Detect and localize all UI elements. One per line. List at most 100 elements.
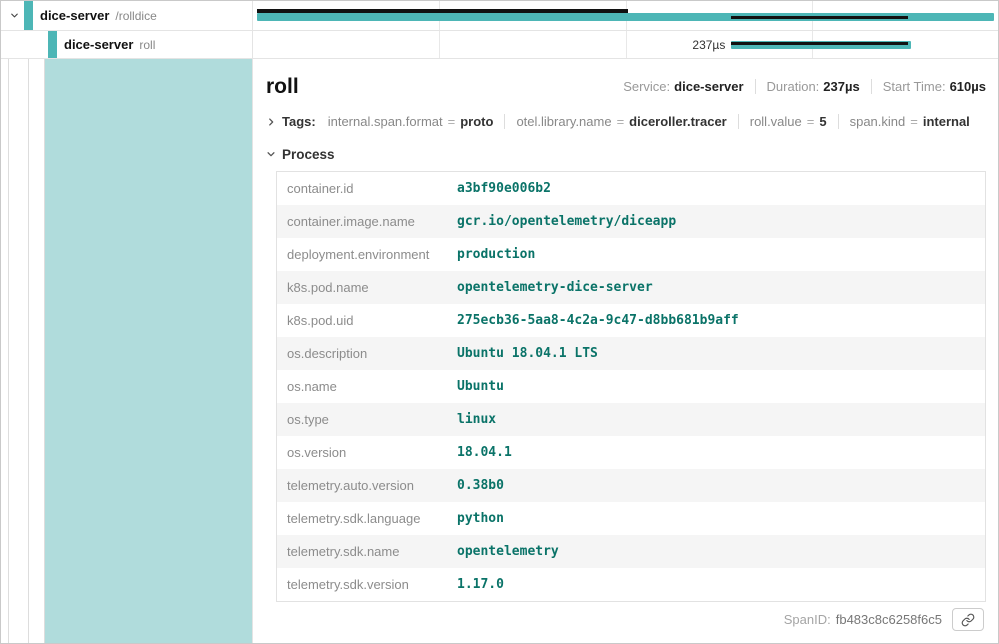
operation-name: roll (139, 38, 155, 52)
span-title: roll (266, 74, 299, 100)
kv-key: os.name (277, 379, 457, 394)
span-row-roll[interactable]: dice-server roll 237µs (1, 31, 998, 59)
grid-line (439, 31, 440, 58)
tag-value: 5 (819, 114, 826, 129)
operation-name: /rolldice (115, 9, 156, 23)
link-icon (961, 613, 975, 627)
critical-path-segment (731, 16, 908, 19)
tag-value: diceroller.tracer (629, 114, 727, 129)
kv-key: telemetry.sdk.language (277, 511, 457, 526)
overview-label: Service: (623, 79, 670, 94)
tag-item: internal.span.format = proto (328, 114, 494, 129)
tag-item: span.kind = internal (850, 114, 970, 129)
kv-key: container.id (277, 181, 457, 196)
overview-service: Service: dice-server (623, 79, 743, 94)
kv-key: telemetry.sdk.name (277, 544, 457, 559)
kv-key: os.version (277, 445, 457, 460)
kv-value: gcr.io/opentelemetry/diceapp (457, 214, 985, 229)
divider (738, 114, 739, 129)
tag-key: roll.value (750, 114, 802, 129)
indent-guide (29, 59, 45, 643)
grid-line (626, 31, 627, 58)
overview-start-time: Start Time: 610µs (883, 79, 986, 94)
table-row: k8s.pod.uid 275ecb36-5aa8-4c2a-9c47-d8bb… (277, 304, 985, 337)
tag-equals: = (807, 114, 815, 129)
span-detail-area: roll Service:dice-server Duration:237µs … (1, 59, 998, 643)
process-label: Process (282, 147, 335, 162)
indent-guide (1, 59, 9, 643)
kv-value: opentelemetry-dice-server (457, 280, 985, 295)
kv-value: python (457, 511, 985, 526)
table-row: telemetry.sdk.language python (277, 502, 985, 535)
indent-guide (1, 31, 48, 58)
table-row: k8s.pod.name opentelemetry-dice-server (277, 271, 985, 304)
overview-label: Start Time: (883, 79, 946, 94)
timeline-row[interactable]: 237µs (252, 31, 998, 58)
kv-value: 18.04.1 (457, 445, 985, 460)
overview-value: 610µs (950, 79, 986, 94)
table-row: container.image.name gcr.io/opentelemetr… (277, 205, 985, 238)
kv-key: container.image.name (277, 214, 457, 229)
detail-header: roll Service:dice-server Duration:237µs … (266, 73, 986, 100)
kv-key: os.description (277, 346, 457, 361)
timeline-row[interactable] (252, 1, 998, 30)
kv-value: production (457, 247, 985, 262)
kv-key: telemetry.sdk.version (277, 577, 457, 592)
kv-value: 0.38b0 (457, 478, 985, 493)
span-name-cell[interactable]: dice-server roll (1, 31, 252, 58)
tag-value: internal (923, 114, 970, 129)
spanid-value: fb483c8c6258f6c5 (836, 612, 942, 627)
selected-span-highlight (45, 59, 252, 643)
span-color-strip (48, 31, 57, 58)
kv-key: os.type (277, 412, 457, 427)
process-accordion[interactable]: Process (266, 146, 986, 163)
process-table: container.id a3bf90e006b2 container.imag… (276, 171, 986, 602)
span-color-strip (24, 1, 33, 30)
table-row: telemetry.sdk.version 1.17.0 (277, 568, 985, 601)
service-name: dice-server (64, 37, 133, 52)
left-gutter (1, 59, 252, 643)
service-name: dice-server (40, 8, 109, 23)
chevron-down-icon[interactable] (266, 149, 276, 159)
kv-value: Ubuntu 18.04.1 LTS (457, 346, 985, 361)
tags-accordion[interactable]: Tags: internal.span.format = proto otel.… (266, 112, 986, 131)
kv-value: a3bf90e006b2 (457, 181, 985, 196)
tag-key: otel.library.name (516, 114, 611, 129)
duration-label: 237µs (663, 31, 726, 58)
kv-value: Ubuntu (457, 379, 985, 394)
overview-label: Duration: (767, 79, 820, 94)
tag-equals: = (448, 114, 456, 129)
divider (838, 114, 839, 129)
tag-item: roll.value = 5 (750, 114, 827, 129)
kv-value: linux (457, 412, 985, 427)
divider (504, 114, 505, 129)
span-row-rolldice[interactable]: dice-server /rolldice (1, 1, 998, 31)
kv-value: opentelemetry (457, 544, 985, 559)
span-detail-panel: roll Service:dice-server Duration:237µs … (252, 59, 998, 643)
span-name-cell[interactable]: dice-server /rolldice (1, 1, 252, 30)
kv-value: 1.17.0 (457, 577, 985, 592)
kv-key: telemetry.auto.version (277, 478, 457, 493)
detail-footer: SpanID: fb483c8c6258f6c5 (266, 602, 986, 635)
table-row: os.version 18.04.1 (277, 436, 985, 469)
spanid-label: SpanID: (784, 612, 831, 627)
table-row: os.name Ubuntu (277, 370, 985, 403)
table-row: telemetry.sdk.name opentelemetry (277, 535, 985, 568)
table-row: deployment.environment production (277, 238, 985, 271)
overview-value: 237µs (823, 79, 859, 94)
chevron-down-icon[interactable] (4, 10, 24, 21)
indent-guide (9, 59, 29, 643)
deep-link-button[interactable] (952, 608, 984, 631)
kv-key: k8s.pod.uid (277, 313, 457, 328)
tag-item: otel.library.name = diceroller.tracer (516, 114, 726, 129)
tag-equals: = (910, 114, 918, 129)
chevron-right-icon[interactable] (266, 117, 276, 127)
table-row: os.type linux (277, 403, 985, 436)
tags-label: Tags: (282, 114, 316, 129)
overview-value: dice-server (674, 79, 743, 94)
tag-equals: = (617, 114, 625, 129)
divider (755, 79, 756, 94)
divider (871, 79, 872, 94)
critical-path-segment (731, 42, 908, 45)
table-row: telemetry.auto.version 0.38b0 (277, 469, 985, 502)
